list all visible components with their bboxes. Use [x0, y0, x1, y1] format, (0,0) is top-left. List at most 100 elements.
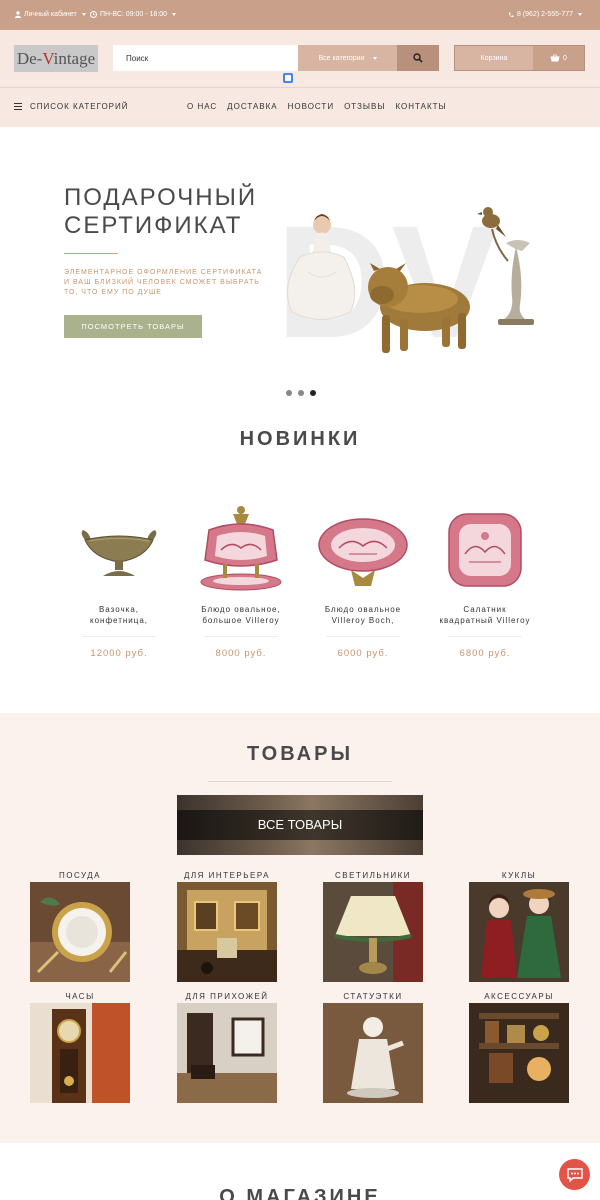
product-card[interactable]: Вазочка, конфетница, 12000 руб.: [64, 500, 174, 670]
goods-divider: [208, 781, 392, 782]
logo-text-v: V: [42, 49, 54, 68]
product-image: [200, 506, 282, 591]
search-icon: [413, 53, 423, 63]
product-divider: [448, 636, 522, 637]
product-divider: [326, 636, 400, 637]
hero-slider: ПОДАРОЧНЫЙ СЕРТИФИКАТ ЭЛЕМЕНТАРНОЕ ОФОРМ…: [0, 127, 600, 410]
slider-dot-3[interactable]: [310, 390, 316, 396]
view-products-button[interactable]: ПОСМОТРЕТЬ ТОВАРЫ: [64, 315, 202, 338]
hours-label: ПН-ВС: 09:00 - 18:00: [100, 11, 168, 18]
product-name[interactable]: Салатник квадратный Villeroy: [430, 604, 540, 626]
slider-dots: [286, 390, 316, 396]
categories-menu-button[interactable]: СПИСОК КАТЕГОРИЙ: [14, 102, 129, 111]
slider-dot-2[interactable]: [298, 390, 304, 396]
categories-menu-label: СПИСОК КАТЕГОРИЙ: [30, 102, 129, 111]
product-image: [448, 513, 522, 587]
category-image: [177, 1003, 277, 1103]
product-card[interactable]: Блюдо овальное Villeroy Boch, 6000 руб.: [308, 500, 418, 670]
category-caption: КУКЛЫ: [501, 871, 537, 880]
category-image: [30, 882, 130, 982]
product-image: [81, 530, 157, 576]
product-price: 8000 руб.: [215, 648, 267, 659]
category-select-label: Все категории: [318, 54, 365, 62]
translate-icon[interactable]: [283, 73, 293, 83]
product-card[interactable]: Салатник квадратный Villeroy 6800 руб.: [430, 500, 540, 670]
category-image: [30, 1003, 130, 1103]
product-price: 12000 руб.: [90, 648, 148, 659]
phone-menu[interactable]: 8 (962) 2-555-777: [508, 11, 583, 18]
hero-title-line1: ПОДАРОЧНЫЙ: [64, 184, 258, 211]
hero-subtitle: ЭЛЕМЕНТАРНОЕ ОФОРМЛЕНИЕ СЕРТИФИКАТА И ВА…: [64, 269, 263, 296]
user-icon: [15, 11, 21, 18]
site-logo[interactable]: De-Vintage: [14, 45, 98, 72]
hero-divider: [64, 253, 118, 254]
hours-menu[interactable]: ПН-ВС: 09:00 - 18:00: [90, 11, 177, 18]
top-bar: Личный кабинет ПН-ВС: 09:00 - 18:00 8 (9…: [0, 0, 600, 30]
cart-button[interactable]: Корзина 0: [454, 45, 585, 71]
phone-label: 8 (962) 2-555-777: [517, 11, 574, 18]
category-caption: ПОСУДА: [59, 871, 101, 880]
product-name[interactable]: Блюдо овальное Villeroy Boch,: [308, 604, 418, 626]
nav-link-contacts[interactable]: КОНТАКТЫ: [395, 102, 446, 111]
product-divider: [204, 636, 278, 637]
hamburger-icon: [14, 103, 22, 110]
slider-dot-1[interactable]: [286, 390, 292, 396]
all-goods-banner[interactable]: ВСЕ ТОВАРЫ: [177, 795, 423, 855]
category-image: [323, 1003, 423, 1103]
category-caption: ДЛЯ ПРИХОЖЕЙ: [185, 992, 269, 1001]
all-goods-label: ВСЕ ТОВАРЫ: [257, 817, 343, 832]
category-caption: ЧАСЫ: [65, 992, 95, 1001]
product-image: [318, 518, 408, 586]
main-nav: О НАС ДОСТАВКА НОВОСТИ ОТЗЫВЫ КОНТАКТЫ: [187, 102, 447, 111]
chevron-down-icon: [372, 56, 377, 60]
search-input[interactable]: [113, 45, 298, 71]
product-price: 6000 руб.: [337, 648, 389, 659]
product-name-line1: Салатник: [463, 605, 507, 614]
hero-title-line2: СЕРТИФИКАТ: [64, 212, 243, 239]
product-name[interactable]: Вазочка, конфетница,: [64, 604, 174, 626]
product-name-line1: Вазочка,: [98, 605, 140, 614]
site-header: De-Vintage Все категории Корзина 0 СПИСО…: [0, 30, 600, 127]
cart-count: 0: [533, 46, 584, 70]
product-name-line2: большое Villeroy: [202, 616, 280, 625]
logo-text-suffix: intage: [53, 49, 96, 68]
shopping-basket-icon: [550, 54, 560, 62]
chevron-down-icon: [81, 13, 86, 16]
new-items-title: НОВИНКИ: [239, 428, 361, 450]
category-caption: СТАТУЭТКИ: [343, 992, 403, 1001]
new-items-list: Вазочка, конфетница, 12000 руб. Блюдо ова…: [64, 500, 538, 670]
chat-icon: [566, 1167, 583, 1182]
nav-link-news[interactable]: НОВОСТИ: [288, 102, 334, 111]
hero-image: DV: [276, 192, 534, 371]
account-menu[interactable]: Личный кабинет: [15, 11, 86, 18]
category-caption: ДЛЯ ИНТЕРЬЕРА: [184, 871, 270, 880]
cart-label: Корзина: [455, 46, 533, 70]
product-divider: [82, 636, 156, 637]
nav-link-about[interactable]: О НАС: [187, 102, 217, 111]
category-image: [469, 882, 569, 982]
logo-text-prefix: De-: [16, 49, 43, 68]
chat-widget-button[interactable]: [559, 1159, 590, 1190]
cart-count-value: 0: [563, 54, 567, 62]
category-caption: СВЕТИЛЬНИКИ: [334, 871, 412, 880]
about-title: О МАГАЗИНЕ: [219, 1186, 381, 1200]
product-name-line2: квадратный Villeroy: [439, 616, 531, 625]
product-card[interactable]: Блюдо овальное, большое Villeroy 8000 руб…: [186, 500, 296, 670]
nav-link-delivery[interactable]: ДОСТАВКА: [227, 102, 277, 111]
category-image: [323, 882, 423, 982]
chevron-down-icon: [172, 13, 177, 16]
search-button[interactable]: [397, 45, 439, 71]
product-price: 6800 руб.: [459, 648, 511, 659]
product-name-line1: Блюдо овальное: [324, 605, 402, 614]
product-name-line1: Блюдо овальное,: [201, 605, 281, 614]
clock-icon: [90, 11, 97, 18]
category-image: [469, 1003, 569, 1103]
hero-title: ПОДАРОЧНЫЙ СЕРТИФИКАТ: [64, 184, 257, 240]
category-select[interactable]: Все категории: [298, 45, 397, 71]
phone-icon: [508, 12, 514, 17]
product-name-line2: Villeroy Boch,: [331, 616, 395, 625]
account-label: Личный кабинет: [24, 11, 77, 18]
product-name[interactable]: Блюдо овальное, большое Villeroy: [186, 604, 296, 626]
nav-link-reviews[interactable]: ОТЗЫВЫ: [344, 102, 385, 111]
header-divider: [0, 87, 600, 88]
